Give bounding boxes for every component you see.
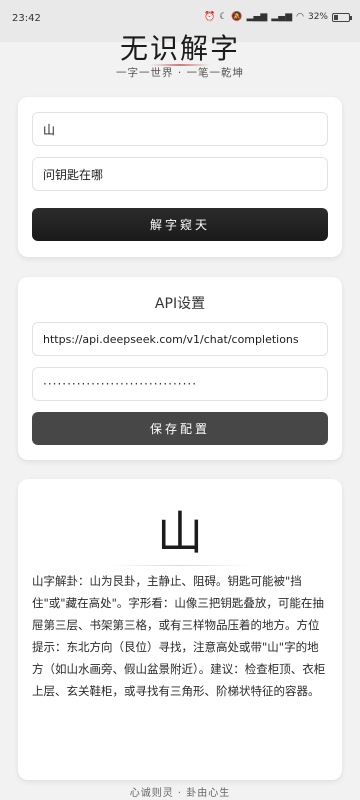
api-settings-card: API设置 https://api.deepseek.com/v1/chat/c… — [18, 277, 342, 460]
api-settings-title: API设置 — [154, 296, 206, 312]
save-config-button[interactable]: 保存配置 — [32, 412, 328, 445]
app-title: 无识解字 — [119, 32, 240, 65]
result-divider — [110, 565, 250, 566]
query-card: 山 问钥匙在哪 解字窥天 — [18, 97, 342, 257]
battery-percent: 32% — [307, 12, 328, 22]
result-card: 山 山字解卦：山为艮卦，主静止、阻碍。钥匙可能被"挡住"或"藏在高处"。字形看：… — [18, 479, 342, 780]
signal-icon: ▂▄▆ — [246, 12, 268, 22]
app-subtitle: 一字一世界 · 一笔一乾坤 — [115, 67, 244, 79]
result-reading-text: 山字解卦：山为艮卦，主静止、阻碍。钥匙可能被"挡住"或"藏在高处"。字形看：山像… — [32, 574, 326, 698]
moon-icon: ☾ — [219, 12, 228, 22]
wifi-icon: ◠ — [296, 12, 304, 22]
result-character: 山 — [157, 506, 203, 560]
signal-icon: ▂▄▆ — [271, 12, 293, 22]
status-indicators: ⏰ ☾ 🔕 ▂▄▆ ▂▄▆ ◠ 32% — [204, 12, 352, 22]
api-endpoint-input[interactable]: https://api.deepseek.com/v1/chat/complet… — [32, 322, 328, 356]
footer-motto: 心诚则灵 · 卦由心生 — [129, 788, 231, 799]
alarm-icon: ⏰ — [204, 12, 216, 22]
divine-button[interactable]: 解字窥天 — [32, 208, 328, 241]
mute-icon: 🔕 — [231, 12, 243, 22]
question-input[interactable]: 问钥匙在哪 — [32, 157, 328, 191]
status-time: 23:42 — [12, 13, 41, 24]
api-key-input[interactable]: ································ — [32, 367, 328, 401]
battery-icon — [332, 12, 352, 22]
character-input[interactable]: 山 — [32, 112, 328, 146]
